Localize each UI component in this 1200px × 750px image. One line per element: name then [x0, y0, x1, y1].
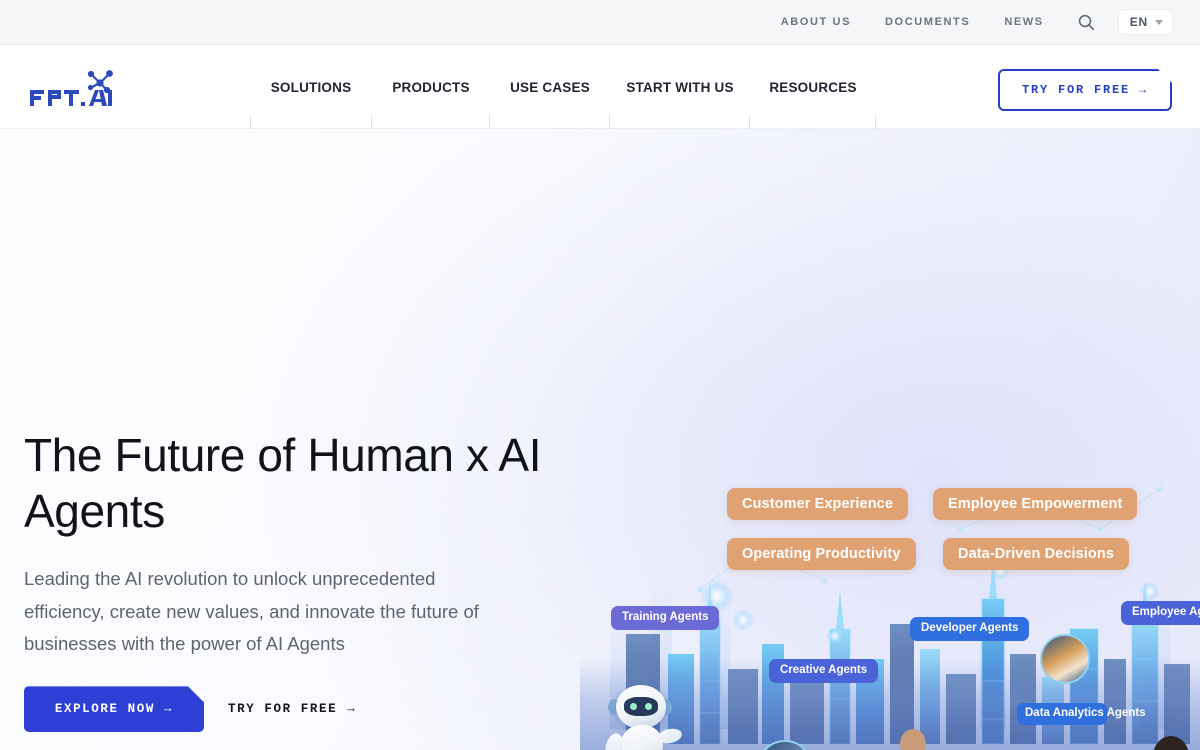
explore-now-button-label: EXPLORE NOW: [54, 702, 155, 717]
hero-illustration: Customer Experience Employee Empowerment…: [580, 129, 1200, 750]
hero-section: Customer Experience Employee Empowerment…: [0, 129, 1200, 750]
hero-copy: The Future of Human x AI Agents Leading …: [24, 427, 604, 732]
city-skyline-graphic: [610, 486, 1190, 745]
nav-item-resources[interactable]: RESOURCES: [750, 45, 876, 129]
agent-pill-data-analytics-agents[interactable]: Data Analytics Agents: [1017, 703, 1146, 725]
arrow-right-icon: →: [1139, 83, 1149, 97]
value-pill-data-driven-decisions[interactable]: Data-Driven Decisions: [943, 538, 1130, 570]
nav-item-products[interactable]: PRODUCTS: [372, 45, 490, 129]
hero-title: The Future of Human x AI Agents: [24, 429, 542, 538]
nav-item-start-with-us[interactable]: START WITH US: [610, 45, 750, 129]
value-pill-operating-productivity[interactable]: Operating Productivity: [727, 538, 916, 570]
language-selector[interactable]: EN: [1118, 10, 1172, 34]
logo-mark-icon: [30, 69, 113, 106]
hero-subtitle: Leading the AI revolution to unlock unpr…: [24, 568, 479, 654]
nav-item-use-cases-label: USE CASES: [510, 79, 590, 95]
agent-pill-developer-agents[interactable]: Developer Agents: [910, 617, 1030, 641]
language-label: EN: [1129, 15, 1148, 29]
value-pill-customer-experience[interactable]: Customer Experience: [727, 488, 908, 520]
topbar-link-news[interactable]: NEWS: [1004, 16, 1043, 28]
topbar-link-about-us[interactable]: ABOUT US: [781, 16, 851, 28]
nav-item-start-with-us-label: START WITH US: [626, 79, 734, 95]
nav-item-solutions[interactable]: SOLUTIONS: [250, 45, 372, 129]
nav-item-solutions-label: SOLUTIONS: [270, 79, 352, 95]
try-for-free-button[interactable]: TRY FOR FREE →: [998, 69, 1172, 111]
main-navigation: SOLUTIONS PRODUCTS USE CASES START WITH …: [0, 45, 1200, 129]
fpt-ai-logo[interactable]: [28, 65, 228, 109]
explore-now-button[interactable]: EXPLORE NOW →: [24, 686, 204, 732]
person-photo-analyst: [1040, 634, 1090, 684]
agent-pill-training-agents[interactable]: Training Agents: [611, 606, 720, 630]
glow-dot: [732, 609, 754, 631]
hero-try-for-free-button[interactable]: TRY FOR FREE →: [228, 702, 356, 716]
glow-dot: [1140, 581, 1160, 601]
arrow-right-icon: →: [164, 702, 174, 717]
chevron-down-icon: [1155, 19, 1163, 25]
top-utility-bar: ABOUT US DOCUMENTS NEWS EN: [0, 0, 1200, 45]
topbar-link-documents[interactable]: DOCUMENTS: [885, 16, 970, 28]
hero-try-for-free-label: TRY FOR FREE: [228, 702, 338, 717]
nav-item-resources-label: RESOURCES: [769, 79, 857, 95]
glow-dot: [826, 627, 844, 645]
arrow-right-icon: →: [347, 702, 357, 717]
search-icon[interactable]: [1078, 14, 1095, 31]
nav-item-products-label: PRODUCTS: [392, 79, 470, 95]
robot-mascot-left: [602, 677, 684, 750]
agent-pill-creative-agents[interactable]: Creative Agents: [769, 659, 879, 683]
person-businessman: [876, 729, 950, 750]
person-woman-right: [1136, 736, 1200, 750]
hero-cta-group: EXPLORE NOW → TRY FOR FREE →: [24, 686, 604, 732]
agent-pill-employee-agents[interactable]: Employee Agents: [1121, 601, 1200, 625]
nav-links: SOLUTIONS PRODUCTS USE CASES START WITH …: [250, 45, 876, 129]
try-for-free-button-label: TRY FOR FREE: [1021, 83, 1130, 97]
nav-item-use-cases[interactable]: USE CASES: [490, 45, 610, 129]
value-pill-employee-empowerment[interactable]: Employee Empowerment: [933, 488, 1138, 520]
